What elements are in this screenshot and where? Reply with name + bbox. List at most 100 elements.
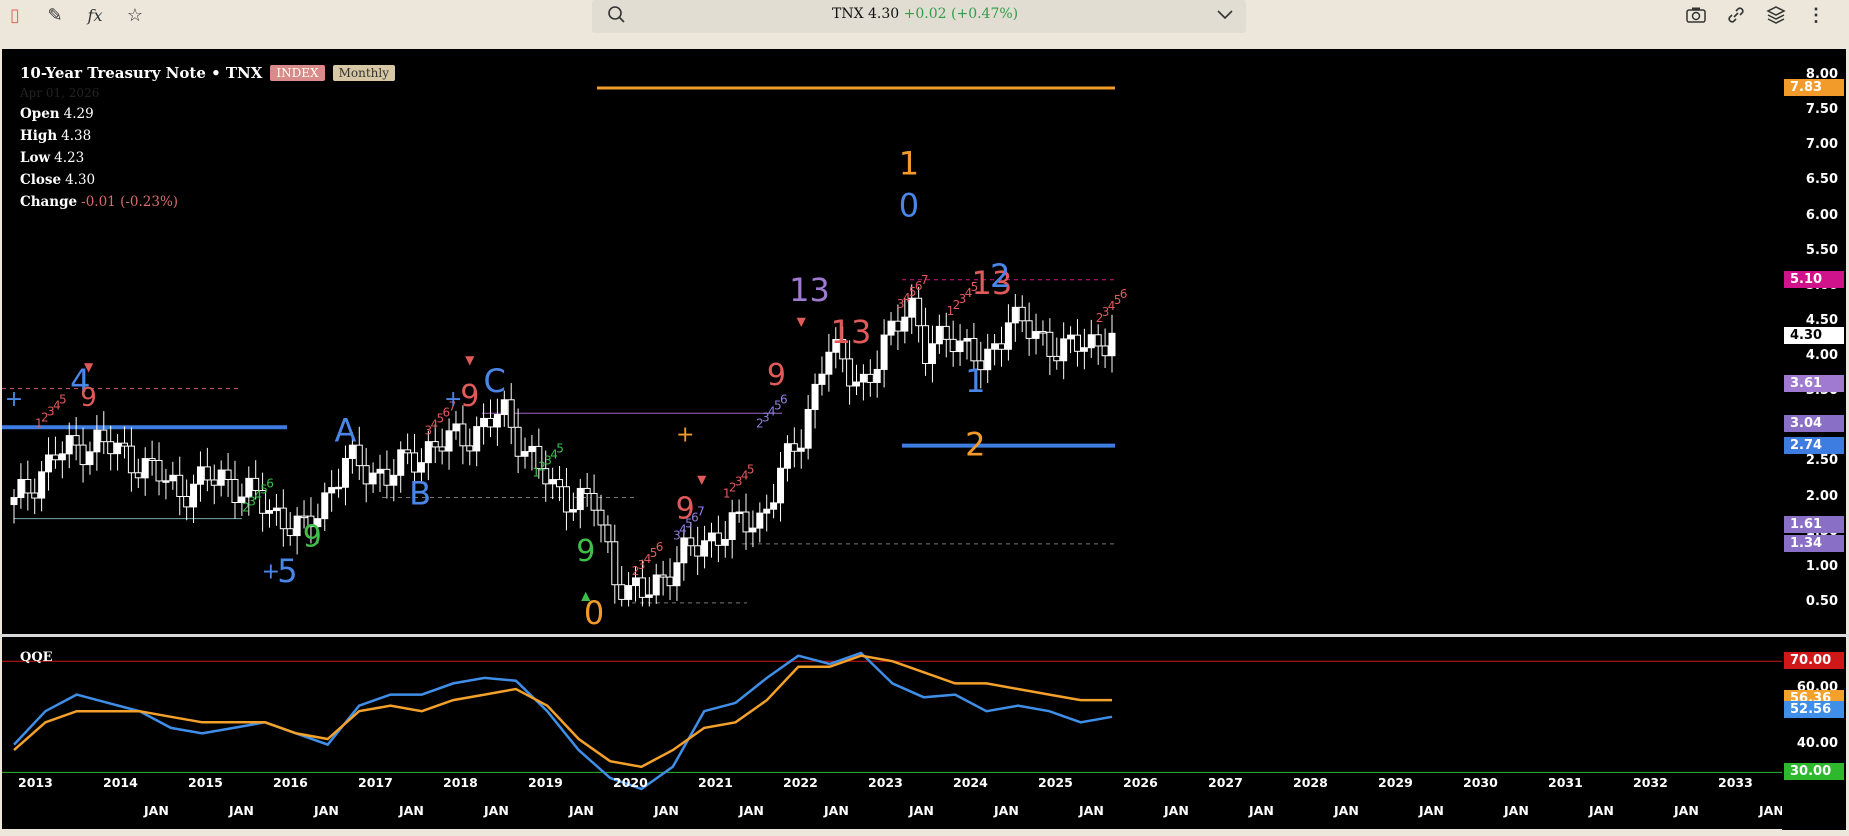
candle-body <box>65 435 73 455</box>
td-annotation: 5 <box>277 552 297 590</box>
candle-body <box>397 449 405 476</box>
td-count-digit: 6 <box>780 392 788 406</box>
candle-body <box>362 465 370 485</box>
x-year-label: 2033 <box>1718 775 1753 790</box>
chevron-down-icon[interactable] <box>1212 2 1238 28</box>
td-count-digit: 5 <box>971 280 979 294</box>
candle-body <box>114 442 122 455</box>
qqe-value-tag: 70.00 <box>1784 652 1844 670</box>
pencil-icon[interactable]: ✎ <box>42 2 68 28</box>
candle-body <box>576 487 584 511</box>
candle-body <box>569 509 577 513</box>
candle-body <box>286 528 294 537</box>
candle-body <box>452 423 460 432</box>
price-level-tag: 7.83 <box>1784 78 1844 96</box>
link-icon[interactable] <box>1723 2 1749 28</box>
candle-body <box>998 343 1006 350</box>
candle-body <box>231 478 239 504</box>
candle-body <box>749 527 757 533</box>
candle-body <box>804 408 812 449</box>
candle-body <box>10 497 18 506</box>
candle-body <box>790 443 798 452</box>
candle-body <box>79 444 87 466</box>
indicator-label[interactable]: QQE <box>20 650 53 665</box>
candle-body <box>887 320 895 336</box>
candle-body <box>31 492 39 499</box>
candle-body <box>473 426 481 452</box>
function-icon[interactable]: fx <box>82 2 108 28</box>
period-badge[interactable]: Monthly <box>332 65 395 81</box>
td-annotation: 1 <box>965 362 985 400</box>
candle-body <box>355 444 363 467</box>
x-month-label: JAN <box>908 803 934 818</box>
candle-body <box>825 351 833 375</box>
more-vertical-icon[interactable]: ⋮ <box>1803 2 1829 28</box>
candle-body <box>714 532 722 546</box>
candle-body <box>818 373 826 385</box>
candle-body <box>224 469 232 480</box>
price-tick-label: 1.00 <box>1805 558 1838 574</box>
candle-body <box>1108 332 1116 357</box>
x-year-label: 2026 <box>1123 775 1158 790</box>
legend-high: High 4.38 <box>20 128 92 144</box>
candle-body <box>590 492 598 511</box>
book-icon[interactable]: ▯ <box>2 2 28 28</box>
candle-body <box>783 443 791 469</box>
symbol-search-box[interactable]: TNX 4.30 +0.02 (+0.47%) <box>592 0 1246 33</box>
price-level-tag: 1.61 <box>1784 515 1844 533</box>
candle-body <box>459 423 467 447</box>
candle-body <box>335 486 343 490</box>
candle-body <box>1011 306 1019 324</box>
qqe-tick-label: 40.00 <box>1796 735 1838 751</box>
x-year-label: 2018 <box>443 775 478 790</box>
candle-body <box>942 325 950 340</box>
candle-body <box>728 512 736 540</box>
price-axis[interactable]: 8.007.507.006.506.005.505.004.504.003.50… <box>1782 49 1846 635</box>
td-annotation: B <box>409 475 431 513</box>
candle-body <box>562 486 570 513</box>
x-month-label: JAN <box>738 803 764 818</box>
symbol-change: +0.02 <box>903 6 947 22</box>
candle-body <box>1032 331 1040 339</box>
price-level-tag: 2.74 <box>1784 436 1844 454</box>
candle-body <box>846 358 854 387</box>
star-icon[interactable]: ☆ <box>122 2 148 28</box>
candle-body <box>86 451 94 466</box>
symbol-price: 4.30 <box>868 6 900 22</box>
x-year-label: 2014 <box>103 775 138 790</box>
price-tick-label: 4.00 <box>1805 348 1838 364</box>
candle-body <box>756 512 764 529</box>
candle-body <box>38 471 46 499</box>
x-month-label: JAN <box>1078 803 1104 818</box>
candle-body <box>922 325 930 365</box>
candle-body <box>928 343 936 365</box>
camera-icon[interactable] <box>1683 2 1709 28</box>
candle-body <box>659 574 667 578</box>
candle-body <box>604 524 612 543</box>
search-icon[interactable] <box>604 2 630 28</box>
candle-body <box>162 480 170 483</box>
candle-body <box>93 429 101 453</box>
x-month-label: JAN <box>653 803 679 818</box>
candle-body <box>645 594 653 598</box>
candle-body <box>583 487 591 494</box>
symbol-change-pct: (+0.47%) <box>951 6 1019 22</box>
td-count-digit: 5 <box>59 392 67 406</box>
x-month-label: JAN <box>1588 803 1614 818</box>
indicator-axis[interactable]: 70.0060.0040.0030.0070.0056.3652.5630.00 <box>1782 636 1846 830</box>
layers-icon[interactable] <box>1763 2 1789 28</box>
price-tick-label: 7.00 <box>1805 137 1838 153</box>
x-year-label: 2025 <box>1038 775 1073 790</box>
td-annotation: 1 <box>899 144 919 182</box>
candle-body <box>321 492 329 520</box>
legend-change: Change -0.01 (-0.23%) <box>20 194 179 210</box>
candle-body <box>45 454 53 473</box>
x-year-label: 2016 <box>273 775 308 790</box>
candle-body <box>859 373 867 383</box>
candle-body <box>127 445 135 474</box>
td-count-digit: 6 <box>1120 287 1128 301</box>
symbol-quote: TNX 4.30 +0.02 (+0.47%) <box>832 6 1018 22</box>
pane-divider[interactable] <box>0 634 1849 637</box>
candle-body <box>486 417 494 428</box>
candle-body <box>72 435 80 446</box>
